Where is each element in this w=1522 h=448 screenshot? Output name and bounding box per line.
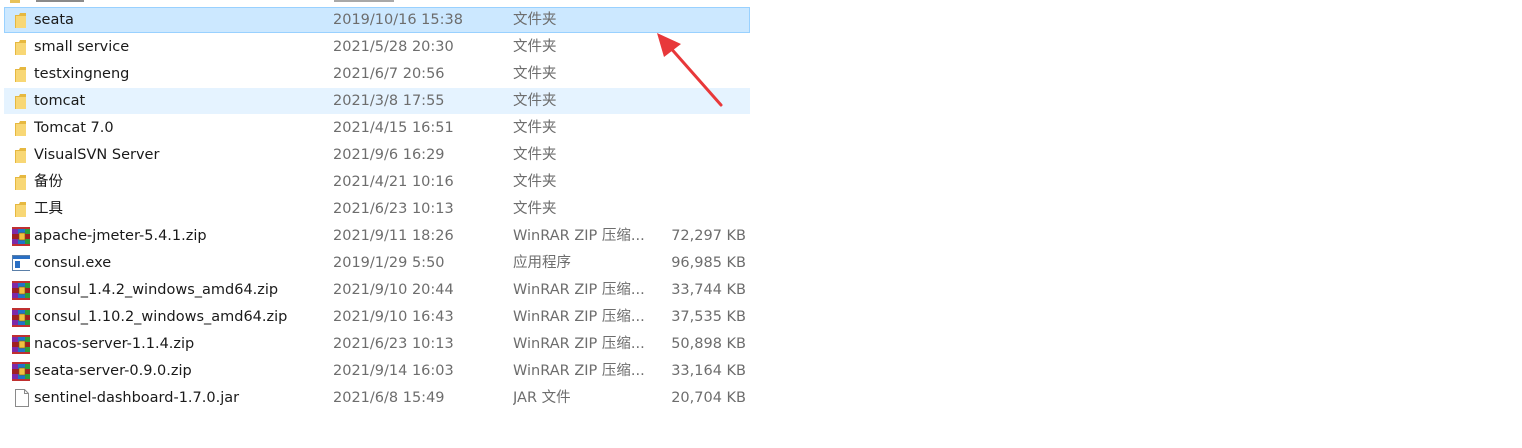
file-name: Tomcat 7.0 [34,120,114,136]
file-name: 工具 [34,201,63,217]
file-size [645,170,746,194]
file-name: tomcat [34,93,86,109]
file-row-10[interactable]: consul_1.4.2_windows_amd64.zip 2021/9/10… [4,277,750,303]
file-row-5[interactable]: VisualSVN Server 2021/9/6 16:29 文件夹 [4,142,750,168]
file-name: nacos-server-1.1.4.zip [34,336,195,352]
file-row-14[interactable]: sentinel-dashboard-1.7.0.jar 2021/6/8 15… [4,385,750,411]
file-row-9[interactable]: consul.exe 2019/1/29 5:50 应用程序 96,985 KB [4,250,750,276]
file-size: 20,704 KB [671,390,746,406]
file-size [645,35,746,59]
file-row-4[interactable]: Tomcat 7.0 2021/4/15 16:51 文件夹 [4,115,750,141]
file-type: 文件夹 [513,39,557,55]
file-row-0[interactable]: seata 2019/10/16 15:38 文件夹 [4,7,750,33]
file-row-12[interactable]: nacos-server-1.1.4.zip 2021/6/23 10:13 W… [4,331,750,357]
file-row-6[interactable]: 备份 2021/4/21 10:16 文件夹 [4,169,750,195]
file-row-1[interactable]: small service 2021/5/28 20:30 文件夹 [4,34,750,60]
file-name: seata-server-0.9.0.zip [34,363,192,379]
winrar-zip-icon [10,224,30,248]
file-type: WinRAR ZIP 压缩... [513,282,645,298]
file-size: 37,535 KB [671,309,746,325]
file-row-7[interactable]: 工具 2021/6/23 10:13 文件夹 [4,196,750,222]
file-modified-date: 2021/9/10 20:44 [333,282,454,298]
file-modified-date: 2021/9/10 16:43 [333,309,454,325]
file-modified-date: 2021/6/8 15:49 [333,390,445,406]
file-modified-date: 2021/4/21 10:16 [333,174,454,190]
folder-icon [10,62,30,86]
application-icon [10,251,30,275]
file-modified-date: 2021/6/23 10:13 [333,336,454,352]
file-type: 文件夹 [513,174,557,190]
file-size [645,116,746,140]
file-size [645,89,746,113]
file-list: seata 2019/10/16 15:38 文件夹 small service… [0,0,751,448]
file-modified-date: 2021/5/28 20:30 [333,39,454,55]
winrar-zip-icon [10,305,30,329]
file-name: small service [34,39,130,55]
jar-file-icon [10,386,30,410]
folder-icon [10,35,30,59]
file-modified-date: 2019/1/29 5:50 [333,255,445,271]
file-name: apache-jmeter-5.4.1.zip [34,228,207,244]
file-type: WinRAR ZIP 压缩... [513,336,645,352]
file-size: 33,164 KB [671,363,746,379]
winrar-zip-icon [10,359,30,383]
file-type: WinRAR ZIP 压缩... [513,228,645,244]
file-size [645,62,746,86]
file-type: JAR 文件 [513,390,571,406]
folder-icon [10,143,30,167]
file-row-13[interactable]: seata-server-0.9.0.zip 2021/9/14 16:03 W… [4,358,750,384]
folder-icon [10,197,30,221]
file-type: 文件夹 [513,66,557,82]
file-type: WinRAR ZIP 压缩... [513,309,645,325]
file-modified-date: 2021/9/14 16:03 [333,363,454,379]
file-size [645,197,746,221]
file-size [645,8,746,32]
winrar-zip-icon [10,278,30,302]
file-type: 文件夹 [513,147,557,163]
file-row-3[interactable]: tomcat 2021/3/8 17:55 文件夹 [4,88,750,114]
file-name: consul_1.10.2_windows_amd64.zip [34,309,288,325]
cut-off-row [0,0,751,5]
file-type: 文件夹 [513,93,557,109]
file-size: 96,985 KB [671,255,746,271]
folder-icon [10,116,30,140]
winrar-zip-icon [10,332,30,356]
file-name: 备份 [34,174,63,190]
file-modified-date: 2021/6/7 20:56 [333,66,445,82]
folder-icon [10,8,30,32]
file-name: sentinel-dashboard-1.7.0.jar [34,390,240,406]
file-type: WinRAR ZIP 压缩... [513,363,645,379]
file-size: 72,297 KB [671,228,746,244]
file-type: 文件夹 [513,120,557,136]
folder-icon [10,89,30,113]
file-modified-date: 2021/3/8 17:55 [333,93,445,109]
file-name: testxingneng [34,66,130,82]
file-size: 33,744 KB [671,282,746,298]
file-modified-date: 2021/9/11 18:26 [333,228,454,244]
file-row-8[interactable]: apache-jmeter-5.4.1.zip 2021/9/11 18:26 … [4,223,750,249]
file-row-11[interactable]: consul_1.10.2_windows_amd64.zip 2021/9/1… [4,304,750,330]
file-modified-date: 2019/10/16 15:38 [333,12,463,28]
file-type: 应用程序 [513,255,571,271]
file-size: 50,898 KB [671,336,746,352]
file-row-2[interactable]: testxingneng 2021/6/7 20:56 文件夹 [4,61,750,87]
file-type: 文件夹 [513,12,557,28]
file-modified-date: 2021/9/6 16:29 [333,147,445,163]
file-modified-date: 2021/4/15 16:51 [333,120,454,136]
file-size [645,143,746,167]
file-name: consul.exe [34,255,112,271]
folder-icon [10,170,30,194]
file-modified-date: 2021/6/23 10:13 [333,201,454,217]
file-name: consul_1.4.2_windows_amd64.zip [34,282,279,298]
file-name: VisualSVN Server [34,147,160,163]
file-name: seata [34,12,74,28]
file-type: 文件夹 [513,201,557,217]
